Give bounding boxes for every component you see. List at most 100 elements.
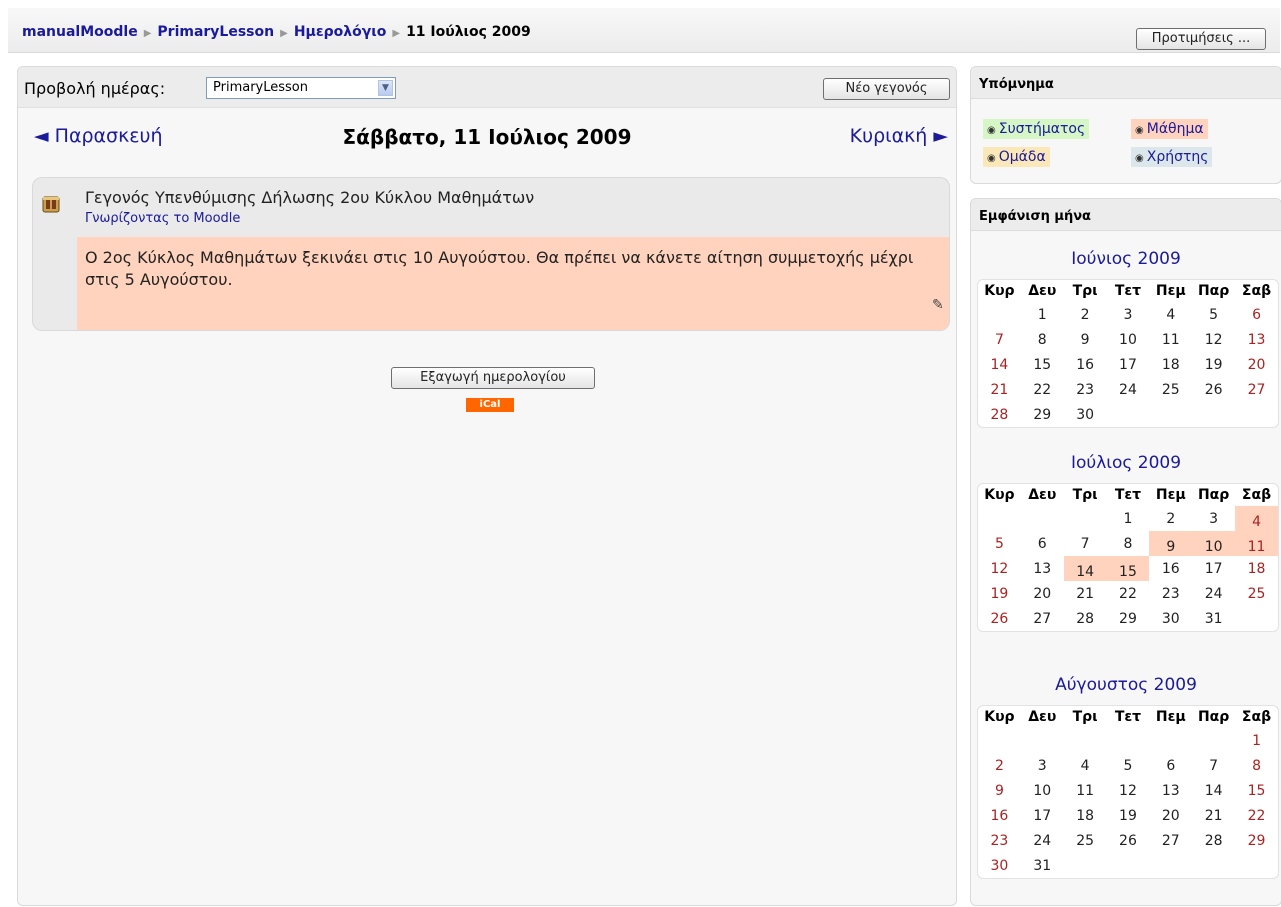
breadcrumb-calendar-link[interactable]: Ημερολόγιο [294,24,387,40]
calendar-day[interactable]: 5 [1192,302,1235,327]
calendar-day[interactable]: 9 [978,778,1021,803]
ical-link[interactable]: iCal [466,398,514,412]
month-title-june[interactable]: Ιούνιος 2009 [971,249,1281,269]
calendar-day[interactable]: 18 [1149,352,1192,377]
legend-item-system[interactable]: ◉ Συστήματος [983,119,1090,139]
calendar-day[interactable]: 17 [1107,352,1150,377]
calendar-day[interactable]: 1 [1021,302,1064,327]
calendar-day[interactable]: 17 [1192,556,1235,581]
legend-item-user[interactable]: ◉ Χρήστης [1131,147,1213,167]
calendar-day[interactable]: 6 [1149,753,1192,778]
calendar-day[interactable]: 14 [1192,778,1235,803]
calendar-day[interactable]: 14 [978,352,1021,377]
calendar-day[interactable]: 4 [1064,753,1107,778]
calendar-day[interactable]: 24 [1107,377,1150,402]
calendar-day[interactable]: 19 [1107,803,1150,828]
delete-icon[interactable]: ✕ [949,293,950,314]
calendar-day[interactable]: 27 [1149,828,1192,853]
calendar-day[interactable]: 28 [1192,828,1235,853]
month-title-july[interactable]: Ιούλιος 2009 [971,453,1281,473]
calendar-day[interactable]: 8 [1235,753,1278,778]
calendar-day[interactable]: 8 [1021,327,1064,352]
calendar-day[interactable]: 26 [1107,828,1150,853]
calendar-day[interactable]: 20 [1149,803,1192,828]
calendar-day[interactable]: 30 [1149,606,1192,631]
calendar-day[interactable]: 12 [1192,327,1235,352]
calendar-day[interactable]: 3 [1107,302,1150,327]
calendar-day[interactable]: 24 [1021,828,1064,853]
legend-item-course[interactable]: ◉ Μάθημα [1131,119,1208,139]
calendar-day[interactable]: 15 [1106,556,1150,581]
calendar-day[interactable]: 28 [978,402,1021,427]
calendar-day[interactable]: 5 [1107,753,1150,778]
calendar-day[interactable]: 13 [1149,778,1192,803]
new-event-button[interactable]: Νέο γεγονός [823,78,950,100]
calendar-day[interactable]: 28 [1064,606,1107,631]
calendar-day[interactable]: 21 [978,377,1021,402]
calendar-day[interactable]: 30 [1064,402,1107,427]
event-course-link[interactable]: Γνωρίζοντας το Moodle [85,211,240,226]
month-title-august[interactable]: Αύγουστος 2009 [971,675,1281,695]
calendar-day[interactable]: 29 [1021,402,1064,427]
calendar-day[interactable]: 16 [1149,556,1192,581]
calendar-day[interactable]: 3 [1192,506,1235,531]
calendar-day[interactable]: 19 [978,581,1021,606]
calendar-day[interactable]: 4 [1235,506,1278,531]
calendar-day[interactable]: 13 [1235,327,1278,352]
calendar-day[interactable]: 16 [1064,352,1107,377]
preferences-button[interactable]: Προτιμήσεις ... [1136,28,1266,50]
calendar-day[interactable]: 26 [1192,377,1235,402]
calendar-day[interactable]: 21 [1192,803,1235,828]
calendar-day[interactable]: 20 [1235,352,1278,377]
calendar-day[interactable]: 29 [1107,606,1150,631]
calendar-day[interactable]: 24 [1192,581,1235,606]
edit-icon[interactable]: ✎ [932,297,944,313]
breadcrumb-site-link[interactable]: manualMoodle [22,24,138,40]
calendar-day[interactable]: 2 [978,753,1021,778]
calendar-day[interactable]: 23 [1064,377,1107,402]
calendar-day[interactable]: 10 [1021,778,1064,803]
calendar-day[interactable]: 15 [1021,352,1064,377]
calendar-day[interactable]: 25 [1064,828,1107,853]
calendar-day[interactable]: 30 [978,853,1021,878]
calendar-day[interactable]: 5 [978,531,1021,556]
calendar-day[interactable]: 11 [1235,531,1278,556]
calendar-day[interactable]: 26 [978,606,1021,631]
calendar-day[interactable]: 16 [978,803,1021,828]
calendar-day[interactable]: 4 [1149,302,1192,327]
calendar-day[interactable]: 1 [1107,506,1150,531]
calendar-day[interactable]: 6 [1235,302,1278,327]
calendar-day[interactable]: 18 [1235,556,1278,581]
calendar-day[interactable]: 8 [1107,531,1150,556]
calendar-day[interactable]: 27 [1235,377,1278,402]
calendar-day[interactable]: 31 [1021,853,1064,878]
calendar-day[interactable]: 25 [1235,581,1278,606]
calendar-day[interactable]: 22 [1235,803,1278,828]
calendar-day[interactable]: 10 [1107,327,1150,352]
calendar-day[interactable]: 9 [1064,327,1107,352]
chevron-down-icon[interactable]: ▼ [378,80,393,96]
calendar-day[interactable]: 18 [1064,803,1107,828]
next-day-link[interactable]: Κυριακή ► [850,125,948,147]
calendar-day[interactable]: 7 [1192,753,1235,778]
calendar-day[interactable]: 12 [1107,778,1150,803]
calendar-day[interactable]: 14 [1063,556,1107,581]
calendar-day[interactable]: 22 [1021,377,1064,402]
calendar-day[interactable]: 13 [1021,556,1064,581]
calendar-day[interactable]: 15 [1235,778,1278,803]
calendar-day[interactable]: 23 [978,828,1021,853]
calendar-day[interactable]: 20 [1021,581,1064,606]
calendar-day[interactable]: 23 [1149,581,1192,606]
calendar-day[interactable]: 19 [1192,352,1235,377]
calendar-day[interactable]: 9 [1149,531,1193,556]
calendar-day[interactable]: 7 [978,327,1021,352]
calendar-day[interactable]: 12 [978,556,1021,581]
calendar-day[interactable]: 2 [1149,506,1192,531]
calendar-day[interactable]: 25 [1149,377,1192,402]
calendar-day[interactable]: 17 [1021,803,1064,828]
calendar-day[interactable]: 27 [1021,606,1064,631]
course-select[interactable]: PrimaryLesson ▼ [206,77,396,99]
calendar-day[interactable]: 21 [1064,581,1107,606]
breadcrumb-course-link[interactable]: PrimaryLesson [157,24,274,40]
calendar-day[interactable]: 7 [1064,531,1107,556]
